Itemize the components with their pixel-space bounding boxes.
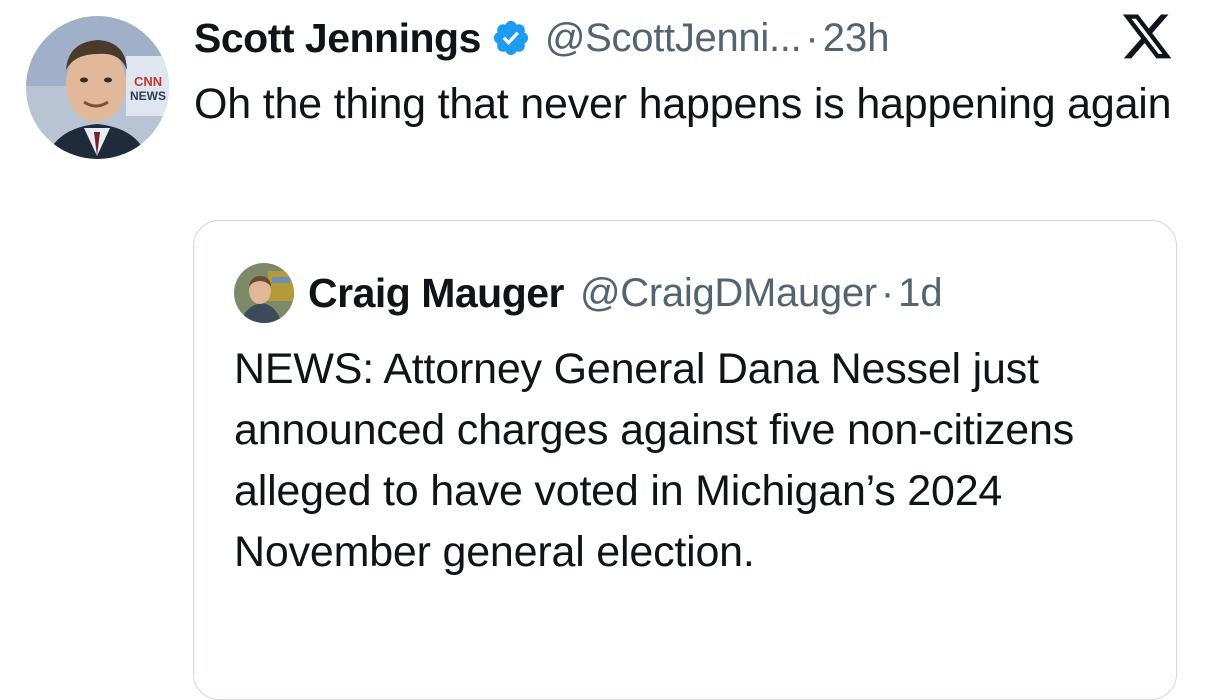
post-timestamp[interactable]: 23h [823, 16, 890, 61]
x-logo-icon[interactable] [1120, 12, 1174, 62]
quoted-post-timestamp[interactable]: 1d [898, 271, 943, 316]
svg-text:NEWS: NEWS [130, 89, 166, 103]
quoted-author-handle[interactable]: @CraigDMauger [580, 271, 877, 316]
quoted-author-avatar-image [234, 263, 294, 323]
quoted-tweet-card[interactable]: Craig Mauger @CraigDMauger · 1d NEWS: At… [193, 220, 1177, 700]
quoted-author-avatar[interactable] [234, 263, 294, 323]
tweet-header: Scott Jennings @ScottJenni... · 23h [194, 8, 889, 68]
quoted-tweet-header: Craig Mauger @CraigDMauger · 1d [234, 261, 943, 325]
quoted-separator-dot: · [880, 270, 895, 315]
svg-text:CNN: CNN [134, 74, 162, 89]
verified-badge-icon [491, 18, 531, 58]
author-avatar[interactable]: CNN NEWS [26, 16, 169, 159]
quoted-author-name[interactable]: Craig Mauger [308, 270, 565, 317]
quoted-tweet-text: NEWS: Attorney General Dana Nessel just … [234, 345, 1074, 576]
separator-dot: · [805, 15, 819, 60]
tweet-text: Oh the thing that never happens is happe… [194, 80, 1172, 128]
author-avatar-image: CNN NEWS [26, 16, 169, 159]
author-name[interactable]: Scott Jennings [194, 15, 481, 62]
author-handle[interactable]: @ScottJenni... [545, 16, 802, 61]
